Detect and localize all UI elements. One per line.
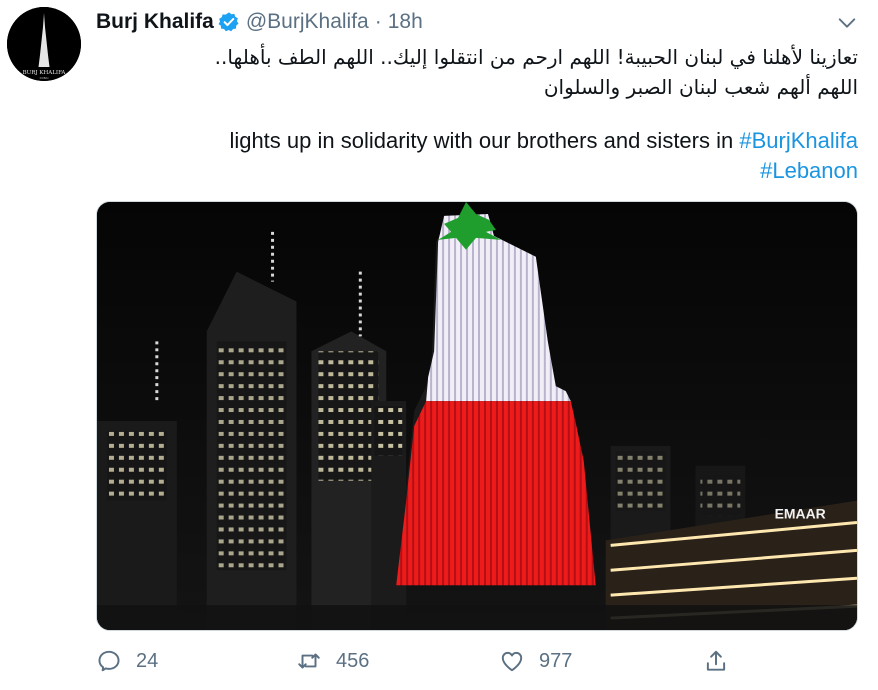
author-handle[interactable]: @BurjKhalifa xyxy=(246,10,369,34)
burj-khalifa-logo-icon: BURJ KHALIFA DUBAI xyxy=(7,7,81,81)
emaar-sign: EMAAR xyxy=(775,506,826,522)
verified-badge-icon xyxy=(218,12,239,32)
tweet-media-photo[interactable]: EMAAR xyxy=(96,201,858,631)
reply-count: 24 xyxy=(136,649,159,672)
share-icon xyxy=(706,650,726,671)
like-button[interactable]: 977 xyxy=(499,643,572,679)
like-count: 977 xyxy=(539,649,573,672)
author-avatar[interactable]: BURJ KHALIFA DUBAI xyxy=(7,7,81,81)
heart-icon xyxy=(501,651,523,672)
tweet-text-arabic: تعازينا لأهلنا في لبنان الحبيبة! اللهم ا… xyxy=(100,42,858,102)
arabic-line-2: اللهم ألهم شعب لبنان الصبر والسلوان xyxy=(543,75,858,99)
avatar-sublabel: DUBAI xyxy=(40,76,49,80)
burj-khalifa-lebanon-flag-photo: EMAAR xyxy=(97,202,857,630)
retweet-icon xyxy=(298,653,320,669)
reply-icon xyxy=(98,650,120,672)
chevron-down-icon[interactable] xyxy=(836,12,858,34)
author-name[interactable]: Burj Khalifa xyxy=(96,10,214,34)
english-text: lights up in solidarity with our brother… xyxy=(229,128,734,153)
tweet-timestamp[interactable]: 18h xyxy=(388,10,423,34)
hashtag-lebanon[interactable]: #Lebanon xyxy=(760,158,858,183)
time-separator: · xyxy=(374,10,382,33)
share-button[interactable] xyxy=(703,643,729,679)
tweet-action-bar: 24 456 977 xyxy=(96,643,858,679)
retweet-button[interactable]: 456 xyxy=(296,643,369,679)
hashtag-burjkhalifa[interactable]: #BurjKhalifa xyxy=(739,128,858,153)
retweet-count: 456 xyxy=(336,649,370,672)
reply-button[interactable]: 24 xyxy=(96,643,158,679)
tweet-text-english: lights up in solidarity with our brother… xyxy=(98,126,858,186)
tweet-header: Burj Khalifa @BurjKhalifa · 18h xyxy=(96,8,423,36)
arabic-line-1: تعازينا لأهلنا في لبنان الحبيبة! اللهم ا… xyxy=(214,45,858,69)
